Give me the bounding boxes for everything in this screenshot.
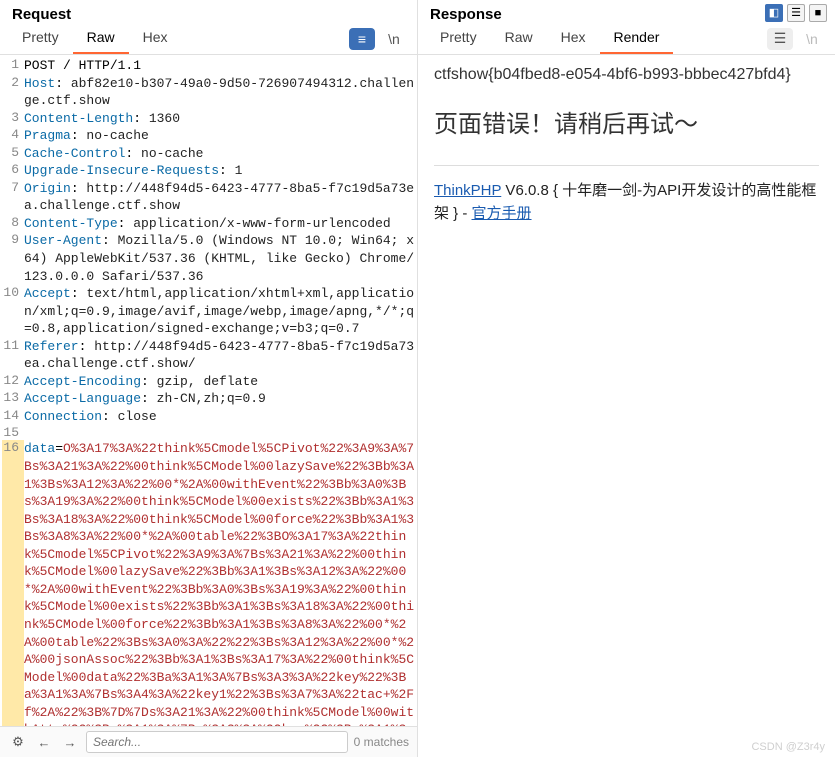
request-pane: Request Pretty Raw Hex ≡ \n 1POST / HTTP… xyxy=(0,0,417,757)
newline-toggle-icon[interactable]: \n xyxy=(383,28,405,50)
tab-raw-resp[interactable]: Raw xyxy=(491,23,547,54)
request-actions-icon[interactable]: ≡ xyxy=(349,28,375,50)
line-text[interactable]: User-Agent: Mozilla/5.0 (Windows NT 10.0… xyxy=(24,232,415,285)
back-icon[interactable]: ← xyxy=(34,732,54,752)
divider xyxy=(434,165,819,166)
request-tabbar: Pretty Raw Hex ≡ \n xyxy=(0,23,417,55)
newline-toggle-icon-resp[interactable]: \n xyxy=(801,28,823,50)
framework-line: ThinkPHP V6.0.8 { 十年磨一剑-为API开发设计的高性能框架 }… xyxy=(434,180,819,225)
response-pane: Response ◧ ☰ ■ Pretty Raw Hex Render ☰ \… xyxy=(417,0,835,757)
code-line: 5Cache-Control: no-cache xyxy=(2,145,415,163)
forward-icon[interactable]: → xyxy=(60,732,80,752)
ctfshow-flag: ctfshow{b04fbed8-e054-4bf6-b993-bbbec427… xyxy=(434,63,819,87)
view-maximize-icon[interactable]: ■ xyxy=(809,4,827,22)
line-number: 15 xyxy=(2,425,24,440)
settings-icon[interactable]: ⚙ xyxy=(8,732,28,752)
code-line: 10Accept: text/html,application/xhtml+xm… xyxy=(2,285,415,338)
match-count: 0 matches xyxy=(354,735,409,749)
code-line: 1POST / HTTP/1.1 xyxy=(2,57,415,75)
request-editor[interactable]: 1POST / HTTP/1.12Host: abf82e10-b307-49a… xyxy=(0,55,417,757)
tab-raw[interactable]: Raw xyxy=(73,23,129,54)
code-line: 2Host: abf82e10-b307-49a0-9d50-726907494… xyxy=(2,75,415,110)
line-text[interactable]: Cache-Control: no-cache xyxy=(24,145,415,163)
code-line: 14Connection: close xyxy=(2,408,415,426)
error-heading: 页面错误！请稍后再试～ xyxy=(434,107,819,143)
request-footer: ⚙ ← → 0 matches xyxy=(0,726,417,757)
code-line: 15 xyxy=(2,425,415,440)
code-line: 3Content-Length: 1360 xyxy=(2,110,415,128)
line-text[interactable]: data=O%3A17%3A%22think%5Cmodel%5CPivot%2… xyxy=(24,440,415,756)
response-render-area: ctfshow{b04fbed8-e054-4bf6-b993-bbbec427… xyxy=(418,55,835,757)
view-controls: ◧ ☰ ■ xyxy=(765,4,827,22)
code-line: 4Pragma: no-cache xyxy=(2,127,415,145)
line-number: 12 xyxy=(2,373,24,391)
request-title: Request xyxy=(8,2,75,23)
view-split-vertical-icon[interactable]: ◧ xyxy=(765,4,783,22)
line-text[interactable]: Pragma: no-cache xyxy=(24,127,415,145)
line-text[interactable]: Accept-Encoding: gzip, deflate xyxy=(24,373,415,391)
code-line: 12Accept-Encoding: gzip, deflate xyxy=(2,373,415,391)
line-text[interactable]: Content-Type: application/x-www-form-url… xyxy=(24,215,415,233)
line-text[interactable]: Referer: http://448f94d5-6423-4777-8ba5-… xyxy=(24,338,415,373)
tab-render-resp[interactable]: Render xyxy=(600,23,674,54)
line-number: 8 xyxy=(2,215,24,233)
code-line: 16data=O%3A17%3A%22think%5Cmodel%5CPivot… xyxy=(2,440,415,756)
line-text[interactable]: POST / HTTP/1.1 xyxy=(24,57,415,75)
tab-pretty[interactable]: Pretty xyxy=(8,23,73,54)
line-number: 13 xyxy=(2,390,24,408)
line-text[interactable]: Content-Length: 1360 xyxy=(24,110,415,128)
code-line: 6Upgrade-Insecure-Requests: 1 xyxy=(2,162,415,180)
line-number: 3 xyxy=(2,110,24,128)
line-number: 16 xyxy=(2,440,24,756)
line-number: 11 xyxy=(2,338,24,373)
view-split-horizontal-icon[interactable]: ☰ xyxy=(787,4,805,22)
tab-pretty-resp[interactable]: Pretty xyxy=(426,23,491,54)
code-line: 7Origin: http://448f94d5-6423-4777-8ba5-… xyxy=(2,180,415,215)
line-number: 4 xyxy=(2,127,24,145)
line-number: 5 xyxy=(2,145,24,163)
line-text[interactable]: Accept: text/html,application/xhtml+xml,… xyxy=(24,285,415,338)
line-text[interactable]: Connection: close xyxy=(24,408,415,426)
search-input[interactable] xyxy=(86,731,348,753)
tab-hex-resp[interactable]: Hex xyxy=(547,23,600,54)
line-number: 9 xyxy=(2,232,24,285)
watermark: CSDN @Z3r4y xyxy=(751,741,825,753)
code-line: 8Content-Type: application/x-www-form-ur… xyxy=(2,215,415,233)
thinkphp-link[interactable]: ThinkPHP xyxy=(434,182,501,199)
manual-link[interactable]: 官方手册 xyxy=(472,205,532,222)
line-number: 6 xyxy=(2,162,24,180)
response-tabbar: Pretty Raw Hex Render ☰ \n xyxy=(418,23,835,55)
line-number: 1 xyxy=(2,57,24,75)
line-text[interactable]: Accept-Language: zh-CN,zh;q=0.9 xyxy=(24,390,415,408)
tab-hex[interactable]: Hex xyxy=(129,23,182,54)
line-text[interactable]: Origin: http://448f94d5-6423-4777-8ba5-f… xyxy=(24,180,415,215)
response-actions-icon[interactable]: ☰ xyxy=(767,28,793,50)
code-line: 11Referer: http://448f94d5-6423-4777-8ba… xyxy=(2,338,415,373)
line-text[interactable]: Upgrade-Insecure-Requests: 1 xyxy=(24,162,415,180)
line-number: 10 xyxy=(2,285,24,338)
line-number: 2 xyxy=(2,75,24,110)
code-line: 9User-Agent: Mozilla/5.0 (Windows NT 10.… xyxy=(2,232,415,285)
code-line: 13Accept-Language: zh-CN,zh;q=0.9 xyxy=(2,390,415,408)
line-text[interactable]: Host: abf82e10-b307-49a0-9d50-7269074943… xyxy=(24,75,415,110)
response-title: Response xyxy=(426,2,506,23)
line-number: 7 xyxy=(2,180,24,215)
line-number: 14 xyxy=(2,408,24,426)
line-text[interactable] xyxy=(24,425,415,440)
